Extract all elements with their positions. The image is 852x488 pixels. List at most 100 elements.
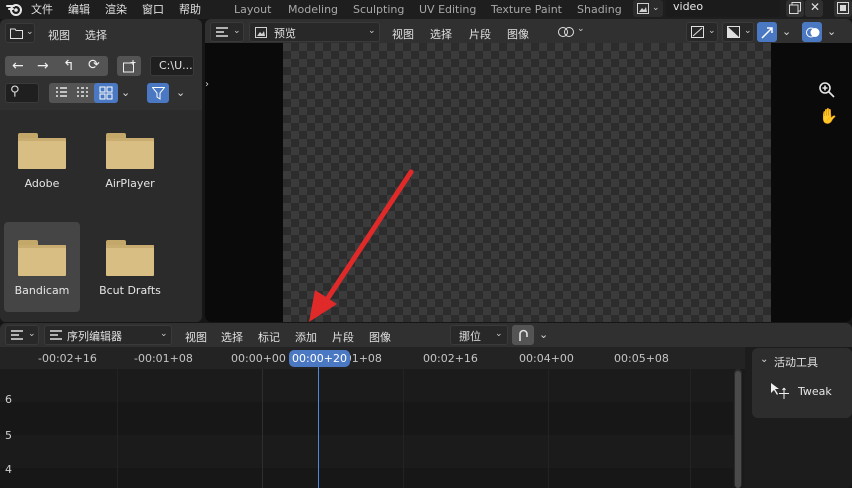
horizontal-list-icon[interactable] xyxy=(72,84,94,102)
timeline-ruler[interactable]: -00:02+16 -00:01+08 00:00+00 00:01+08 00… xyxy=(0,347,745,369)
overlays-button[interactable] xyxy=(802,22,822,42)
folder-icon xyxy=(106,133,154,169)
ruler-tick: 00:04+00 xyxy=(519,352,574,365)
filter-toggle-button[interactable] xyxy=(147,83,169,103)
channel-region[interactable]: 6 5 4 xyxy=(0,369,745,488)
editor-type-button[interactable]: ⌄ xyxy=(5,23,35,43)
preview-canvas[interactable]: › ✋ xyxy=(205,43,852,322)
workspace-tab-uv-editing[interactable]: UV Editing xyxy=(419,3,476,16)
folder-icon xyxy=(106,240,154,276)
view-layer-name: video xyxy=(673,0,704,13)
vertical-list-icon[interactable] xyxy=(50,84,72,102)
scene-browse-button[interactable]: ⌄ xyxy=(633,0,663,17)
chevron-down-icon: ⌄ xyxy=(744,26,752,36)
seq-menu-add[interactable]: 添加 xyxy=(295,329,317,345)
folder-item-bcut-drafts[interactable]: Bcut Drafts xyxy=(92,222,168,312)
folder-icon xyxy=(18,133,66,169)
parent-directory-icon[interactable]: ↰ xyxy=(63,58,75,74)
forward-arrow-icon[interactable]: → xyxy=(37,58,49,74)
workspace-tab-texture-paint[interactable]: Texture Paint xyxy=(491,3,562,16)
gizmo-toggle-button[interactable] xyxy=(757,22,777,42)
file-browser-area: ⌄ 视图 选择 ← → ↰ ⟳ C:\U... ⚲ ⌄ ⌄ Adobe AirP… xyxy=(0,19,202,322)
snap-options-chevron-icon[interactable]: ⌄ xyxy=(539,328,548,341)
menu-window[interactable]: 窗口 xyxy=(142,1,164,17)
layers-icon xyxy=(837,2,849,14)
overlap-mode-label: 挪位 xyxy=(459,330,481,343)
pivot-icon xyxy=(558,27,574,37)
ruler-tick: 00:05+08 xyxy=(614,352,669,365)
overlay-toggle-button[interactable]: ⌄ xyxy=(722,22,754,42)
folder-item-adobe[interactable]: Adobe xyxy=(4,115,80,205)
overlays-options-chevron-icon[interactable]: ⌄ xyxy=(827,25,836,38)
preview-menu-view[interactable]: 视图 xyxy=(392,26,414,42)
workspace-tab-sculpting[interactable]: Sculpting xyxy=(353,3,404,16)
fb-menu-select[interactable]: 选择 xyxy=(85,27,107,43)
path-field[interactable]: C:\U... xyxy=(150,56,194,76)
preview-editor-type-button[interactable]: ⌄ xyxy=(210,22,244,42)
menu-file[interactable]: 文件 xyxy=(31,1,53,17)
scrollbar-thumb[interactable] xyxy=(735,371,741,488)
tweak-tool-icon[interactable] xyxy=(770,382,790,400)
folder-item-bandicam[interactable]: Bandicam xyxy=(4,222,80,312)
preview-menu-select[interactable]: 选择 xyxy=(430,26,452,42)
sequencer-header: ⌄ 序列编辑器 ⌄ 视图 选择 标记 添加 片段 图像 挪位 ⌄ ⌄ xyxy=(0,323,852,347)
view-type-label: 预览 xyxy=(274,27,296,40)
search-icon: ⚲ xyxy=(10,84,20,99)
preview-menu-strip[interactable]: 片段 xyxy=(469,26,491,42)
current-frame-badge[interactable]: 00:00+20 xyxy=(289,350,350,367)
menu-edit[interactable]: 编辑 xyxy=(68,1,90,17)
sequencer-editor-type-button[interactable]: ⌄ xyxy=(5,325,39,345)
seq-menu-image[interactable]: 图像 xyxy=(369,329,391,345)
view-layer-field[interactable]: video xyxy=(666,0,780,17)
seq-menu-select[interactable]: 选择 xyxy=(221,329,243,345)
new-folder-button[interactable] xyxy=(117,56,141,76)
display-settings-chevron-icon[interactable]: ⌄ xyxy=(121,86,130,99)
playhead-line[interactable] xyxy=(318,359,319,488)
ruler-tick: -00:01+08 xyxy=(134,352,193,365)
preview-menu-image[interactable]: 图像 xyxy=(507,26,529,42)
remove-view-layer-button[interactable]: ✕ xyxy=(805,0,823,17)
back-arrow-icon[interactable]: ← xyxy=(12,58,24,74)
sequencer-icon xyxy=(11,330,23,340)
folder-item-airplayer[interactable]: AirPlayer xyxy=(92,115,168,205)
grid-line xyxy=(548,369,549,488)
zoom-icon[interactable] xyxy=(818,81,836,99)
workspace-tab-layout[interactable]: Layout xyxy=(234,3,271,16)
panel-title[interactable]: 活动工具 xyxy=(774,354,818,370)
chevron-down-icon: ⌄ xyxy=(233,26,241,36)
sequencer-view-type-dropdown[interactable]: 序列编辑器 ⌄ xyxy=(44,325,172,345)
refresh-icon[interactable]: ⟳ xyxy=(88,57,100,73)
workspace-tab-modeling[interactable]: Modeling xyxy=(288,3,338,16)
panel-collapse-chevron-icon[interactable]: ⌄ xyxy=(760,354,768,365)
display-channels-dropdown[interactable]: ⌄ xyxy=(686,22,718,42)
seq-menu-marker[interactable]: 标记 xyxy=(258,329,280,345)
menu-render[interactable]: 渲染 xyxy=(105,1,127,17)
view-type-dropdown[interactable]: 预览 ⌄ xyxy=(249,22,380,42)
workspace-tab-shading[interactable]: Shading xyxy=(577,3,622,16)
chevron-down-icon: ⌄ xyxy=(26,27,34,37)
seq-menu-strip[interactable]: 片段 xyxy=(332,329,354,345)
gizmo-options-chevron-icon[interactable]: ⌄ xyxy=(782,25,791,38)
snap-toggle-button[interactable] xyxy=(512,325,534,345)
file-search-input[interactable]: ⚲ xyxy=(5,83,39,103)
seq-menu-view[interactable]: 视图 xyxy=(185,329,207,345)
filter-icon xyxy=(152,87,165,100)
channel-band xyxy=(0,468,733,488)
blender-logo-icon[interactable] xyxy=(6,2,22,16)
menu-help[interactable]: 帮助 xyxy=(179,1,201,17)
pan-hand-icon[interactable]: ✋ xyxy=(819,107,838,125)
duplicate-view-layer-button[interactable] xyxy=(786,0,804,17)
chevron-down-icon: ⌄ xyxy=(368,26,376,36)
toolbar-expand-icon[interactable]: › xyxy=(205,79,209,90)
vertical-scrollbar[interactable] xyxy=(734,369,742,488)
filter-settings-chevron-icon[interactable]: ⌄ xyxy=(176,86,185,99)
view-layer-options-button[interactable] xyxy=(834,0,852,17)
fb-menu-view[interactable]: 视图 xyxy=(48,27,70,43)
ruler-tick: 00:00+00 xyxy=(231,352,286,365)
sequencer-view-type-label: 序列编辑器 xyxy=(67,330,122,343)
pivot-point-dropdown[interactable]: ⌄ xyxy=(557,24,585,42)
color-channels-icon xyxy=(691,26,704,38)
thumbnails-icon[interactable] xyxy=(94,83,118,103)
folder-label: Bcut Drafts xyxy=(99,284,161,297)
overlap-mode-dropdown[interactable]: 挪位 ⌄ xyxy=(450,325,508,345)
